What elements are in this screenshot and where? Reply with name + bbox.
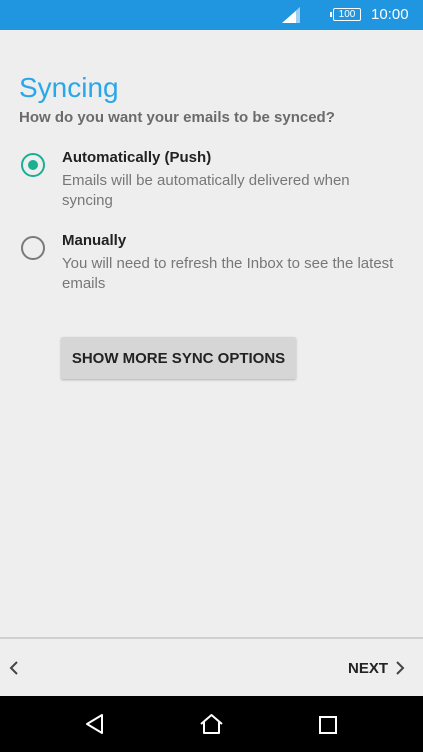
signal-icon	[282, 7, 300, 23]
option-push-description: Emails will be automatically delivered w…	[62, 172, 350, 209]
status-bar: 100 10:00	[0, 0, 423, 30]
radio-manual[interactable]	[21, 236, 45, 260]
divider	[0, 637, 423, 639]
next-button[interactable]: NEXT	[348, 655, 406, 681]
chevron-right-icon	[396, 661, 405, 675]
option-manual-description: You will need to refresh the Inbox to se…	[62, 255, 394, 292]
clock: 10:00	[371, 6, 409, 23]
option-push-title: Automatically (Push)	[62, 149, 212, 166]
show-more-sync-options-button[interactable]: SHOW MORE SYNC OPTIONS	[61, 337, 296, 379]
back-triangle-icon[interactable]	[84, 713, 106, 735]
page-subtitle: How do you want your emails to be synced…	[19, 109, 335, 126]
battery-icon: 100	[330, 8, 361, 21]
home-icon[interactable]	[199, 713, 224, 735]
page-title: Syncing	[19, 72, 119, 103]
chevron-left-icon[interactable]	[8, 660, 20, 676]
option-manual[interactable]: Manually You will need to refresh the In…	[0, 231, 423, 296]
radio-push[interactable]	[21, 153, 45, 177]
option-manual-title: Manually	[62, 232, 127, 249]
recents-square-icon[interactable]	[318, 715, 338, 735]
battery-level: 100	[338, 9, 356, 20]
option-push[interactable]: Automatically (Push) Emails will be auto…	[0, 148, 423, 213]
next-label: NEXT	[348, 659, 389, 677]
navigation-bar	[0, 696, 423, 752]
